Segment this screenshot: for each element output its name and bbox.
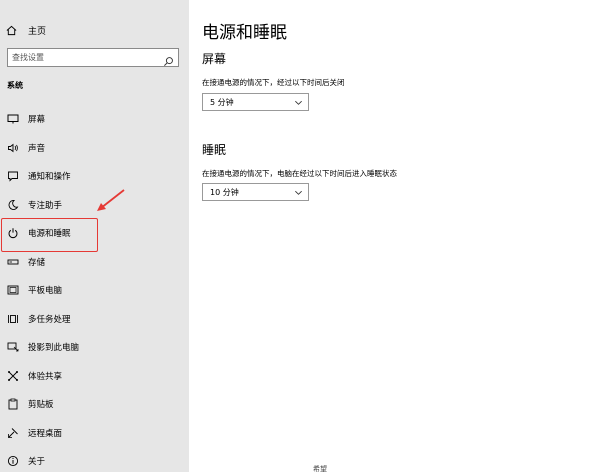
annotation-highlight-box [1,218,98,252]
sleep-timeout-dropdown[interactable]: 10 分钟 [202,183,309,201]
info-icon [7,455,19,467]
sidebar-item-project[interactable]: 投影到此电脑 [0,333,189,362]
remote-desktop-icon [7,427,19,439]
sidebar-item-label: 剪贴板 [28,400,54,411]
sidebar-item-clipboard[interactable]: 剪贴板 [0,390,189,419]
sleep-description: 在接通电源的情况下，电脑在经过以下时间后进入睡眠状态 [202,169,397,178]
notification-icon [7,170,19,182]
storage-icon [7,256,19,268]
sidebar-item-label: 通知和操作 [28,172,71,183]
sidebar-item-label: 屏幕 [28,115,46,126]
sidebar-item-label: 体验共享 [28,371,63,382]
page-title: 电源和睡眠 [202,23,287,43]
sidebar-item-tablet[interactable]: 平板电脑 [0,276,189,305]
share-icon [7,370,19,382]
sidebar-item-label: 远程桌面 [28,428,63,439]
sidebar-item-display[interactable]: 屏幕 [0,105,189,134]
sidebar-item-label: 专注助手 [28,200,63,211]
chevron-down-icon [294,188,303,197]
screen-heading: 屏幕 [202,52,227,66]
sidebar-item-label: 平板电脑 [28,286,63,297]
sidebar-item-label: 关于 [28,457,46,468]
sidebar-item-label: 声音 [28,143,46,154]
moon-icon [7,199,19,211]
sidebar-item-about[interactable]: 关于 [0,447,189,472]
sidebar-item-label: 投影到此电脑 [28,343,80,354]
screen-timeout-value: 5 分钟 [210,97,234,107]
clipboard-icon [7,398,19,410]
monitor-icon [7,113,19,125]
project-icon [7,341,19,353]
section-label-system: 系统 [7,81,23,90]
main-content: 电源和睡眠 屏幕 在接通电源的情况下，经过以下时间后关闭 5 分钟 睡眠 在接通… [189,0,600,472]
sleep-heading: 睡眠 [202,143,227,157]
home-icon [6,21,17,40]
screen-timeout-dropdown[interactable]: 5 分钟 [202,93,309,111]
speaker-icon [7,142,19,154]
search-box[interactable] [7,48,179,67]
chevron-down-icon [294,98,303,107]
sidebar-item-shared-experiences[interactable]: 体验共享 [0,362,189,391]
search-input[interactable] [12,49,162,66]
sidebar-item-label: 多任务处理 [28,314,71,325]
sidebar-nav: 屏幕 声音 通知和操作 专注助手 电源和睡眠 存储 平板电脑 多任务处理 投影到… [0,105,189,472]
sidebar-item-remote-desktop[interactable]: 远程桌面 [0,419,189,448]
tablet-icon [7,284,19,296]
sidebar-item-label: 存储 [28,257,46,268]
home-label: 主页 [28,26,47,37]
search-icon[interactable] [163,52,174,66]
bottom-text-fragment: 希望 [313,465,327,472]
home-link[interactable]: 主页 [6,22,46,38]
sidebar-item-multitasking[interactable]: 多任务处理 [0,305,189,334]
annotation-arrow-icon [97,189,125,211]
sidebar-item-sound[interactable]: 声音 [0,134,189,163]
screen-description: 在接通电源的情况下，经过以下时间后关闭 [202,78,345,87]
sleep-timeout-value: 10 分钟 [210,187,239,197]
multitask-icon [7,313,19,325]
